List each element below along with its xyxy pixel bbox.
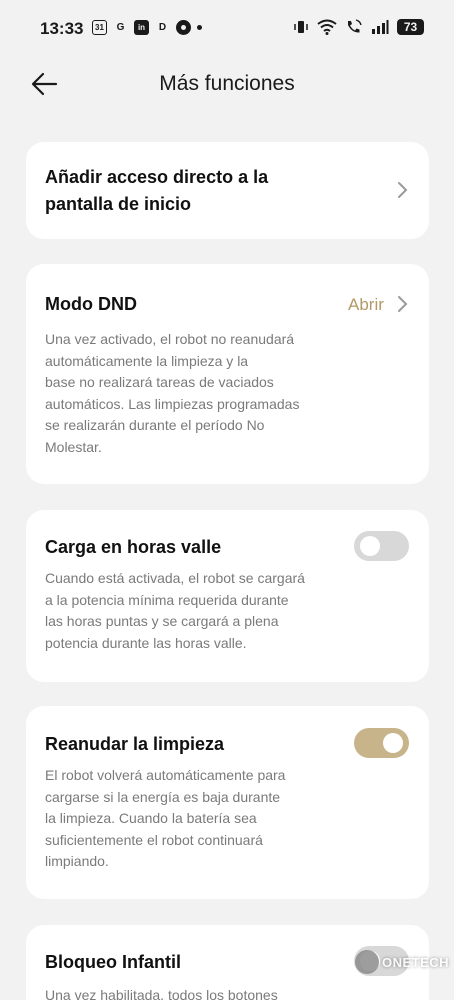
add-shortcut-title-line2: pantalla de inicio	[45, 194, 192, 214]
description-line: suficientemente el robot continuará	[45, 831, 263, 848]
wifi-calling-icon	[348, 19, 362, 33]
battery-icon: 73	[397, 19, 424, 35]
description-line: El robot volverá automáticamente para	[45, 767, 286, 783]
page-header: Más funciones	[0, 60, 454, 110]
signal-icon	[372, 20, 389, 34]
status-time: 13:33	[40, 19, 84, 38]
description-line: Molestar.	[45, 438, 102, 455]
dnd-mode-title: Modo DND	[45, 294, 137, 314]
offpeak-charging-card: Carga en horas valle Cuando está activad…	[26, 510, 429, 682]
resume-cleaning-description: El robot volverá automáticamente para ca…	[45, 765, 330, 873]
description-line: las horas puntas y se cargará a plena	[45, 613, 279, 629]
description-line: limpiando.	[45, 853, 109, 869]
toggle-knob	[383, 733, 403, 753]
dnd-open-link[interactable]: Abrir	[348, 295, 384, 315]
add-shortcut-title: Añadir acceso directo a la pantalla de i…	[45, 164, 268, 218]
watermark-text: ONETECH	[382, 954, 450, 970]
wifi-icon	[317, 19, 337, 35]
status-bar: 13:33 31 G in D 73	[0, 0, 454, 60]
description-line: automáticos. Las limpiezas programadas	[45, 395, 300, 412]
description-line: automáticamente la limpieza y la	[45, 352, 249, 369]
page-title: Más funciones	[159, 72, 295, 95]
toggle-knob	[360, 536, 380, 556]
chevron-right-icon	[398, 182, 408, 198]
description-line: Una vez habilitada, todos los botones	[45, 987, 278, 1000]
resume-cleaning-title: Reanudar la limpieza	[45, 734, 225, 754]
offpeak-charging-toggle[interactable]	[354, 531, 409, 561]
offpeak-charging-title: Carga en horas valle	[45, 537, 222, 557]
system-icons: 73	[293, 19, 424, 35]
add-shortcut-title-line1: Añadir acceso directo a la	[45, 167, 269, 187]
calendar-app-icon: 31	[92, 20, 107, 35]
vibrate-icon	[294, 21, 308, 33]
description-line: Una vez activado, el robot no reanudará	[45, 331, 295, 347]
circle-app-icon	[176, 20, 191, 35]
onetech-logo-icon	[355, 950, 379, 974]
g-app-icon: G	[116, 22, 125, 33]
description-line: la limpieza. Cuando la batería sea	[45, 810, 257, 826]
notification-icons: 31 G in D	[92, 20, 202, 35]
resume-cleaning-toggle[interactable]	[354, 728, 409, 758]
description-line: se realizarán durante el período No	[45, 417, 265, 433]
description-line: a la potencia mínima requerida durante	[45, 591, 289, 608]
description-line: cargarse si la energía es baja durante	[45, 788, 281, 805]
resume-cleaning-card: Reanudar la limpieza El robot volverá au…	[26, 706, 429, 899]
dnd-mode-card[interactable]: Modo DND Abrir Una vez activado, el robo…	[26, 264, 429, 484]
d-app-icon: D	[158, 22, 167, 33]
dnd-mode-description: Una vez activado, el robot no reanudará …	[45, 329, 345, 458]
chevron-right-icon	[398, 296, 408, 312]
more-notifications-dot-icon	[197, 25, 202, 30]
description-line: Cuando está activada, el robot se cargar…	[45, 570, 305, 586]
onetech-watermark: ONETECH	[355, 948, 449, 976]
child-lock-description: Una vez habilitada, todos los botones	[45, 985, 330, 1000]
offpeak-charging-description: Cuando está activada, el robot se cargar…	[45, 568, 330, 654]
child-lock-title: Bloqueo Infantil	[45, 952, 181, 972]
add-shortcut-card[interactable]: Añadir acceso directo a la pantalla de i…	[26, 142, 429, 239]
description-line: potencia durante las horas valle.	[45, 634, 247, 651]
linkedin-app-icon: in	[134, 20, 149, 35]
description-line: base no realizará tareas de vaciados	[45, 374, 274, 390]
